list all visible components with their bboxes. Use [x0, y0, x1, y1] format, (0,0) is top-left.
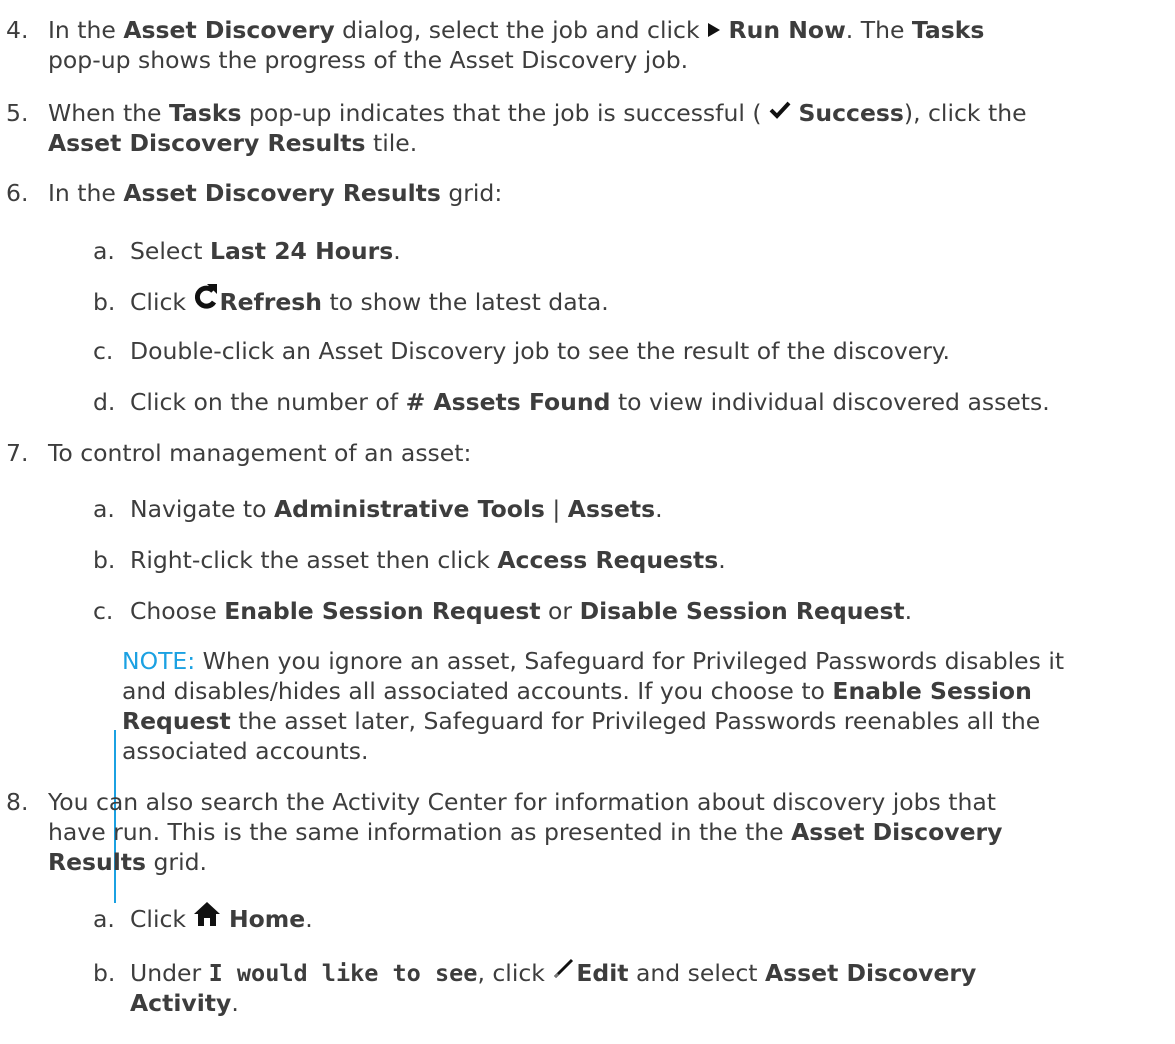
note-line-4: associated accounts.	[122, 737, 369, 765]
step-5-line-2: Asset Discovery Results tile.	[48, 129, 418, 157]
pencil-icon	[554, 958, 574, 978]
step-6d-text: Click on the number of # Assets Found to…	[130, 388, 1050, 416]
step-8-number: 8.	[6, 788, 29, 816]
step-7c-number: c.	[93, 597, 114, 625]
step-8b-number: b.	[93, 959, 116, 987]
step-8a-number: a.	[93, 905, 115, 933]
step-6b-number: b.	[93, 288, 116, 316]
step-6a-number: a.	[93, 237, 115, 265]
step-6b-text: Click Refresh to show the latest data.	[130, 283, 609, 317]
step-8b-line-1: Under I would like to see, click Edit an…	[130, 958, 976, 988]
step-7a-text: Navigate to Administrative Tools | Asset…	[130, 495, 663, 523]
step-7-line-1: To control management of an asset:	[48, 439, 472, 467]
step-7b-number: b.	[93, 546, 116, 574]
step-6d-number: d.	[93, 388, 116, 416]
step-5-line-1: When the Tasks pop-up indicates that the…	[48, 99, 1027, 127]
step-6a-text: Select Last 24 Hours.	[130, 237, 401, 265]
step-8a-text: Click Home.	[130, 901, 313, 934]
step-8-line-1: You can also search the Activity Center …	[48, 788, 996, 816]
step-6-line-1: In the Asset Discovery Results grid:	[48, 179, 503, 207]
note-line-2: and disables/hides all associated accoun…	[122, 677, 1032, 705]
note-line-3: Request the asset later, Safeguard for P…	[122, 707, 1041, 735]
step-4-number: 4.	[6, 16, 29, 44]
home-icon	[194, 901, 221, 926]
step-7-number: 7.	[6, 439, 29, 467]
step-4-line-2: pop-up shows the progress of the Asset D…	[48, 46, 689, 74]
refresh-icon	[195, 283, 218, 309]
step-8-line-2: have run. This is the same information a…	[48, 818, 1003, 846]
step-7b-text: Right-click the asset then click Access …	[130, 546, 726, 574]
step-7a-number: a.	[93, 495, 115, 523]
step-7c-text: Choose Enable Session Request or Disable…	[130, 597, 913, 625]
step-8-line-3: Results grid.	[48, 848, 207, 876]
checkmark-icon	[769, 101, 791, 119]
step-6c-text: Double-click an Asset Discovery job to s…	[130, 337, 950, 365]
step-8b-line-2: Activity.	[130, 989, 239, 1017]
note-line-1: NOTE: When you ignore an asset, Safeguar…	[122, 647, 1065, 675]
step-4-line-1: In the Asset Discovery dialog, select th…	[48, 16, 985, 44]
step-5-number: 5.	[6, 99, 29, 127]
step-6c-number: c.	[93, 337, 114, 365]
play-icon	[708, 22, 721, 37]
step-6-number: 6.	[6, 179, 29, 207]
